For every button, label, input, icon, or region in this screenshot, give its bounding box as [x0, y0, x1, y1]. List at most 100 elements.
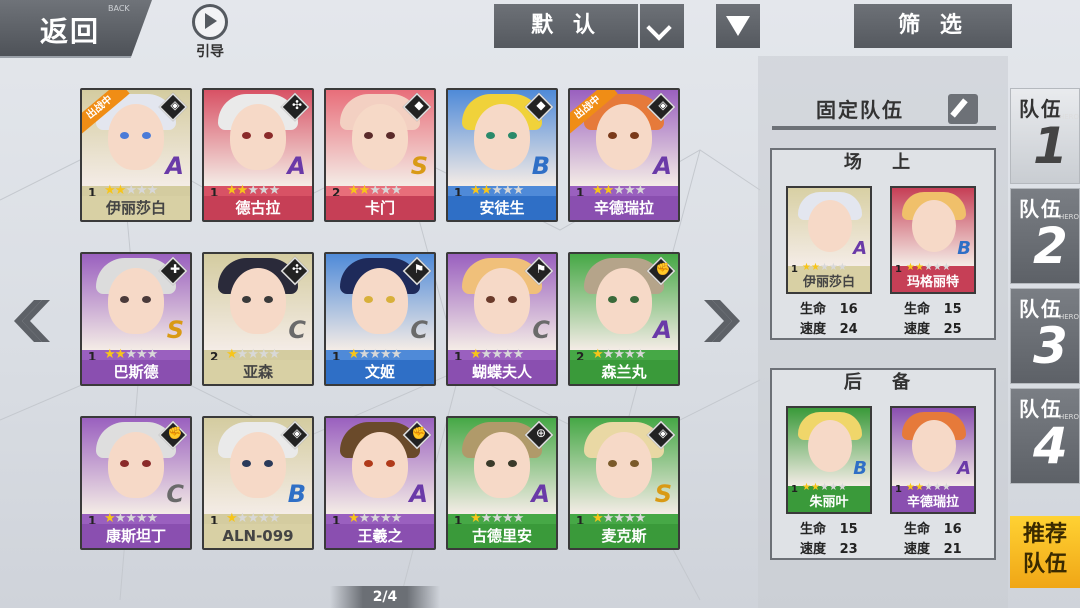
character-name: 德古拉: [204, 196, 312, 220]
speed-value: 24: [839, 322, 858, 337]
member-name: 朱丽叶: [788, 494, 870, 512]
character-name: 森兰丸: [570, 360, 678, 384]
character-card[interactable]: ◆ S 2 ★★★★★ 卡门: [324, 88, 436, 222]
star-rating: ★★★★★: [802, 262, 847, 273]
flag-icon: ⚑: [413, 262, 425, 276]
character-card[interactable]: ⚑ C 1 ★★★★★ 蝴蝶夫人: [446, 252, 558, 386]
character-name: 辛德瑞拉: [570, 196, 678, 220]
character-card[interactable]: ✣ A 1 ★★★★★ 德古拉: [202, 88, 314, 222]
character-name: 安徒生: [448, 196, 556, 220]
mask-icon: ◆: [536, 98, 546, 112]
guide-button[interactable]: 引导: [188, 4, 232, 60]
hp-value: 16: [839, 302, 858, 317]
grade-label: A: [653, 316, 672, 344]
team-tab-4[interactable]: 队伍 HERO 4: [1010, 388, 1080, 484]
team-tab-number: 3: [1033, 317, 1068, 375]
character-card[interactable]: ◈ B 1 ★★★★★ ALN-099: [202, 416, 314, 550]
fist-icon: ✊: [655, 262, 671, 276]
sort-order-arrow-icon[interactable]: [716, 4, 760, 48]
team-tab-2[interactable]: 队伍 HERO 2: [1010, 188, 1080, 284]
reserve-header: 后 备: [843, 372, 923, 393]
hp-value: 15: [839, 522, 858, 537]
character-card[interactable]: ✊ C 1 ★★★★★ 康斯坦丁: [80, 416, 192, 550]
member-name: 伊丽莎白: [788, 274, 870, 292]
character-name: 王羲之: [326, 524, 434, 548]
hp-label: 生命: [800, 302, 827, 317]
speed-stat: 速度 21: [904, 538, 962, 557]
character-name: 伊丽莎白: [82, 196, 190, 220]
character-name: 康斯坦丁: [82, 524, 190, 548]
speed-stat: 速度 24: [800, 318, 858, 337]
team-tab-3[interactable]: 队伍 HERO 3: [1010, 288, 1080, 384]
prev-page-arrow-icon[interactable]: [12, 296, 52, 346]
sort-dropdown[interactable]: 默 认: [494, 4, 638, 48]
filter-button[interactable]: 筛 选: [854, 4, 1012, 48]
class-icon: ◈: [658, 426, 668, 440]
class-icon: ◈: [658, 98, 668, 112]
class-icon: ◈: [292, 426, 302, 440]
grade-label: A: [165, 152, 184, 180]
character-card[interactable]: ✚ S 1 ★★★★★ 巴斯德: [80, 252, 192, 386]
team-member-card[interactable]: A 1 ★★★★★ 辛德瑞拉: [890, 406, 976, 514]
grade-label: A: [409, 480, 428, 508]
member-name: 辛德瑞拉: [892, 494, 974, 512]
hp-label: 生命: [800, 522, 827, 537]
flag-icon: ⚑: [535, 262, 547, 276]
grade-label: S: [166, 316, 184, 344]
pinwheel-icon: ✣: [291, 98, 303, 112]
speed-stat: 速度 23: [800, 538, 858, 557]
character-name: 亚森: [204, 360, 312, 384]
grade-label: C: [532, 316, 550, 344]
speed-label: 速度: [904, 542, 931, 557]
back-label: 返回: [40, 15, 101, 48]
grade-label: C: [166, 480, 184, 508]
grade-label: S: [654, 480, 672, 508]
chevron-down-icon[interactable]: [640, 4, 684, 48]
character-card[interactable]: ◆ B 1 ★★★★★ 安徒生: [446, 88, 558, 222]
speed-stat: 速度 25: [904, 318, 962, 337]
team-tab-1[interactable]: 队伍 HERO 1: [1010, 88, 1080, 184]
hp-stat: 生命 15: [904, 298, 962, 317]
grade-label: B: [957, 238, 971, 259]
character-card[interactable]: ⊕ A 1 ★★★★★ 古德里安: [446, 416, 558, 550]
fixed-team-title: 固定队伍: [816, 98, 904, 122]
character-name: 麦克斯: [570, 524, 678, 548]
panel-divider: [772, 126, 996, 130]
character-name: 蝴蝶夫人: [448, 360, 556, 384]
character-card[interactable]: ✊ A 2 ★★★★★ 森兰丸: [568, 252, 680, 386]
recommend-team-button[interactable]: 推荐 队伍: [1010, 516, 1080, 588]
grade-label: C: [410, 316, 428, 344]
character-card[interactable]: ✊ A 1 ★★★★★ 王羲之: [324, 416, 436, 550]
character-card[interactable]: ◈ A 1 ★★★★★ 辛德瑞拉 出战中: [568, 88, 680, 222]
character-card[interactable]: ◈ A 1 ★★★★★ 伊丽莎白 出战中: [80, 88, 192, 222]
speed-label: 速度: [904, 322, 931, 337]
character-card[interactable]: ◈ S 1 ★★★★★ 麦克斯: [568, 416, 680, 550]
team-tab-number: 4: [1033, 417, 1068, 475]
guide-label: 引导: [196, 44, 224, 60]
grade-label: A: [653, 152, 672, 180]
back-sub-label: BACK: [108, 4, 130, 13]
page-indicator: 2/4: [330, 586, 440, 608]
team-member-card[interactable]: B 1 ★★★★★ 朱丽叶: [786, 406, 872, 514]
next-page-arrow-icon[interactable]: [702, 296, 742, 346]
hp-label: 生命: [904, 522, 931, 537]
grade-label: S: [410, 152, 428, 180]
back-button[interactable]: 返回 BACK: [0, 0, 152, 58]
fist-icon: ✊: [411, 426, 427, 440]
hp-value: 16: [943, 522, 962, 537]
team-tab-number: 1: [1033, 117, 1068, 175]
play-icon: [192, 4, 228, 40]
grade-label: A: [287, 152, 306, 180]
team-member-card[interactable]: A 1 ★★★★★ 伊丽莎白: [786, 186, 872, 294]
character-card[interactable]: ⚑ C 1 ★★★★★ 文姬: [324, 252, 436, 386]
character-name: 卡门: [326, 196, 434, 220]
team-member-card[interactable]: B 1 ★★★★★ 玛格丽特: [890, 186, 976, 294]
star-rating: ★★★★★: [906, 482, 951, 493]
onfield-header: 场 上: [843, 152, 923, 173]
speed-value: 23: [839, 542, 858, 557]
edit-icon[interactable]: [948, 94, 978, 124]
hp-stat: 生命 16: [904, 518, 962, 537]
character-name: 文姬: [326, 360, 434, 384]
target-icon: ⊕: [535, 426, 547, 440]
character-card[interactable]: ✣ C 2 ★★★★★ 亚森: [202, 252, 314, 386]
